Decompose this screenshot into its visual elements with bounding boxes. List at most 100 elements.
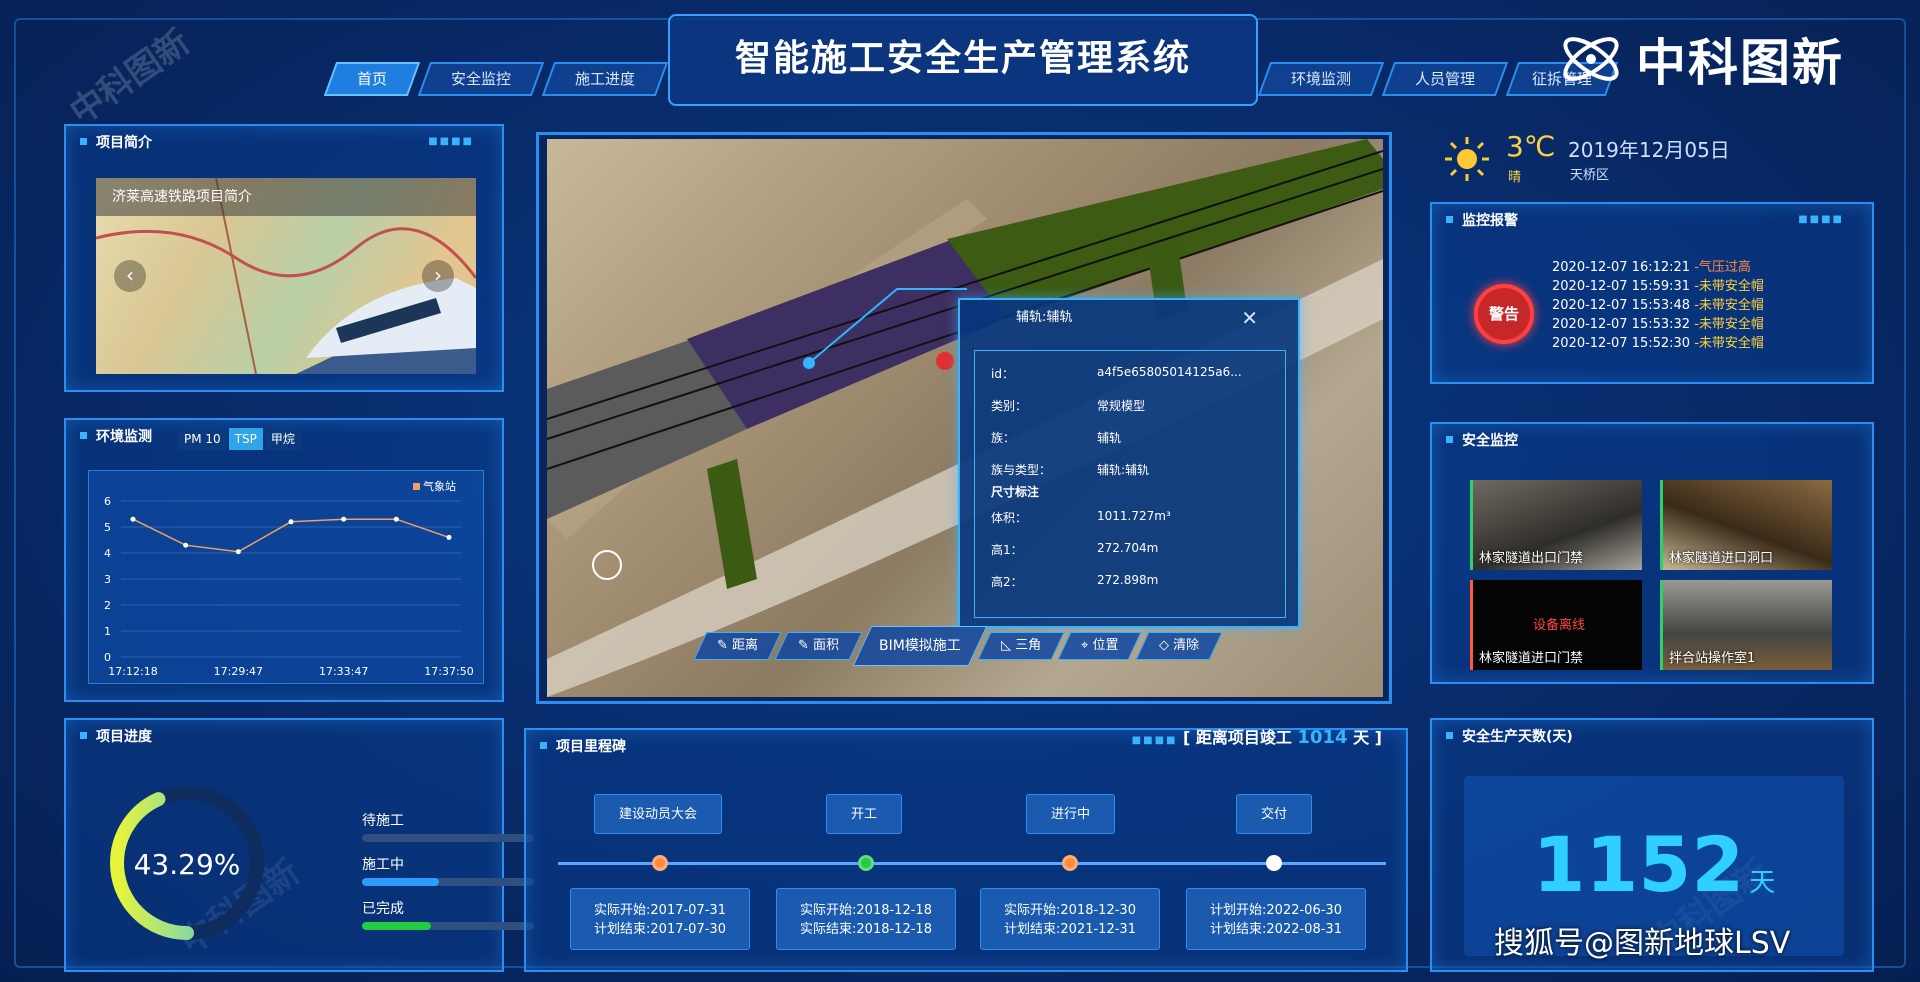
panel-title: 项目里程碑 [526, 730, 626, 760]
milestone-dates: 实际开始:2018-12-30 计划结束:2021-12-31 [980, 888, 1160, 950]
progress-bar-done [362, 922, 534, 930]
alarm-item[interactable]: 2020-12-07 15:52:30 -未带安全帽 [1552, 332, 1764, 351]
progress-bar-pending [362, 834, 534, 842]
logo-text: 中科图新 [1636, 34, 1844, 92]
safe-days-value: 1152 天 [1532, 820, 1776, 909]
nav-home[interactable]: 首页 [323, 62, 421, 96]
camera-feed-offline[interactable]: 设备离线 林家隧道进口门禁 [1470, 580, 1642, 670]
footer-watermark: 搜狐号@图新地球LSV [1494, 926, 1791, 961]
popup-row: id： a4f5e65805014125a6... [991, 365, 1242, 381]
close-icon[interactable]: ✕ [1241, 306, 1258, 330]
tab-tsp[interactable]: TSP [228, 428, 263, 450]
x-tick-label: 17:37:50 [424, 665, 473, 678]
alarm-panel: 监控报警 ■■■■ 警告 2020-12-07 16:12:21 -气压过高 2… [1430, 202, 1874, 384]
progress-label-done: 已完成 [362, 901, 404, 917]
milestone-stage[interactable]: 交付 [1236, 794, 1313, 834]
tool-area-button[interactable]: ✎ 面积 [774, 632, 863, 660]
env-chart-box: 0 1 2 3 4 5 6 17:12:18 17:29:47 17:33:47 17:37:50 气… [88, 470, 484, 684]
y-tick-label: 2 [104, 599, 111, 612]
milestone-dates: 计划开始:2022-06-30 计划结束:2022-08-31 [1186, 888, 1366, 950]
y-tick-label: 3 [104, 573, 111, 586]
y-tick-label: 6 [104, 495, 111, 508]
popup-row: 族： 辅轨 [991, 431, 1122, 445]
tab-methane[interactable]: 甲烷 [264, 428, 301, 450]
y-tick-label: 5 [104, 521, 111, 534]
milestone-dot [858, 855, 874, 871]
env-tabs: PM 10 TSP 甲烷 [178, 428, 301, 450]
intro-image: 济莱高速铁路项目简介 ‹ › [96, 178, 476, 374]
data-point [130, 516, 136, 522]
camera-feed[interactable]: 林家隧道出口门禁 [1470, 480, 1642, 570]
milestone-track [558, 862, 1386, 865]
weather-temp: 3℃ [1506, 130, 1556, 163]
y-tick-label: 4 [104, 547, 111, 560]
panel-title: 安全监控 [1432, 424, 1518, 454]
x-tick-label: 17:29:47 [214, 665, 263, 678]
intro-caption: 济莱高速铁路项目简介 [96, 178, 476, 216]
tool-clear-button[interactable]: ◇ 清除 [1135, 632, 1223, 660]
progress-percent: 43.29% [133, 848, 241, 881]
nav-safety-monitor[interactable]: 安全监控 [417, 62, 545, 96]
data-point [341, 516, 347, 522]
progress-label-inprogress: 施工中 [362, 857, 404, 873]
logo-icon [1556, 24, 1626, 94]
camera-feed[interactable]: 林家隧道进口洞口 [1660, 480, 1832, 570]
progress-label-pending: 待施工 [362, 813, 404, 829]
panel-title: 项目进度 [66, 720, 152, 750]
alarm-item[interactable]: 2020-12-07 16:12:21 -气压过高 [1552, 256, 1764, 275]
weather-date: 2019年12月05日 [1568, 138, 1730, 162]
alarm-item[interactable]: 2020-12-07 15:59:31 -未带安全帽 [1552, 275, 1764, 294]
alarm-list: 2020-12-07 16:12:21 -气压过高 2020-12-07 15:… [1552, 256, 1764, 351]
nav-personnel[interactable]: 人员管理 [1381, 62, 1509, 96]
tool-distance-button[interactable]: ✎ 距离 [693, 632, 782, 660]
popup-body: id： a4f5e65805014125a6... 类别： 常规模型 族： 辅轨 族与… [974, 350, 1286, 618]
data-point [393, 516, 399, 522]
warning-badge: 警告 [1474, 284, 1534, 344]
project-intro-panel: 项目简介 ■■■■ 济莱高速铁路项目简介 ‹ › [64, 124, 504, 392]
nav-construction-progress[interactable]: 施工进度 [541, 62, 669, 96]
tool-triangle-button[interactable]: ◺ 三角 [977, 632, 1065, 660]
popup-row: 族与类型： 辅轨:辅轨 [991, 463, 1150, 477]
data-point [235, 549, 241, 555]
weather-district: 天桥区 [1570, 168, 1610, 183]
milestone-dot [1266, 855, 1282, 871]
weather-widget: 3℃ 晴 2019年12月05日 天桥区 [1442, 130, 1762, 186]
tool-location-button[interactable]: ⌖ 位置 [1057, 632, 1143, 660]
data-point [183, 542, 189, 548]
nav-environment[interactable]: 环境监测 [1257, 62, 1385, 96]
legend-label: 气象站 [423, 479, 456, 493]
panel-title: 环境监测 [66, 420, 152, 450]
milestone-dates: 实际开始:2017-07-31 计划结束:2017-07-30 [570, 888, 750, 950]
sun-icon [1445, 137, 1489, 181]
alarm-item[interactable]: 2020-12-07 15:53:48 -未带安全帽 [1552, 294, 1764, 313]
milestone-stage[interactable]: 进行中 [1026, 794, 1116, 834]
milestone-dot [1062, 855, 1078, 871]
milestone-dot [652, 855, 668, 871]
data-point [446, 534, 452, 540]
y-tick-label: 1 [104, 625, 111, 638]
popup-row: 体积： 1011.727m³ [991, 509, 1171, 525]
carousel-prev-icon[interactable]: ‹ [114, 260, 146, 292]
popup-row: 高2： 272.898m [991, 573, 1159, 589]
legend-swatch [413, 483, 420, 490]
x-tick-label: 17:33:47 [319, 665, 368, 678]
map-toolbar: ✎ 距离 ✎ 面积 BIM模拟施工 ◺ 三角 ⌖ 位置 ◇ 清除 [693, 626, 1223, 666]
tool-bim-simulation-button[interactable]: BIM模拟施工 [852, 626, 988, 666]
project-progress-panel: 项目进度 43.29% 待施工 施工中 已完成 [64, 718, 534, 972]
weather-condition: 晴 [1508, 170, 1522, 185]
milestone-stage[interactable]: 开工 [826, 794, 903, 834]
milestone-stage[interactable]: 建设动员大会 [594, 794, 723, 834]
env-line-chart: 0 1 2 3 4 5 6 17:12:18 17:29:47 17:33:47 17:37:50 气… [104, 479, 474, 678]
popup-row: 高1： 272.704m [991, 541, 1159, 557]
popup-row: 类别： 常规模型 [991, 399, 1146, 413]
milestone-dates: 实际开始:2018-12-18 实际结束:2018-12-18 [776, 888, 956, 950]
data-point [288, 519, 294, 525]
tab-pm10[interactable]: PM 10 [178, 428, 227, 450]
camera-feed[interactable]: 拌合站操作室1 [1660, 580, 1832, 670]
alarm-item[interactable]: 2020-12-07 15:53:32 -未带安全帽 [1552, 313, 1764, 332]
countdown: ■■■■ [ 距离项目竣工 1014 天 ] [1131, 727, 1382, 748]
carousel-next-icon[interactable]: › [422, 260, 454, 292]
bim-info-popup: 辅轨:辅轨 ✕ id： a4f5e65805014125a6... 类别： 常规模型… [958, 298, 1300, 628]
environment-panel: 环境监测 PM 10 TSP 甲烷 0 1 2 3 4 5 6 17:12:18 17:29:4… [64, 418, 504, 702]
popup-row: 尺寸标注 [991, 485, 1040, 499]
